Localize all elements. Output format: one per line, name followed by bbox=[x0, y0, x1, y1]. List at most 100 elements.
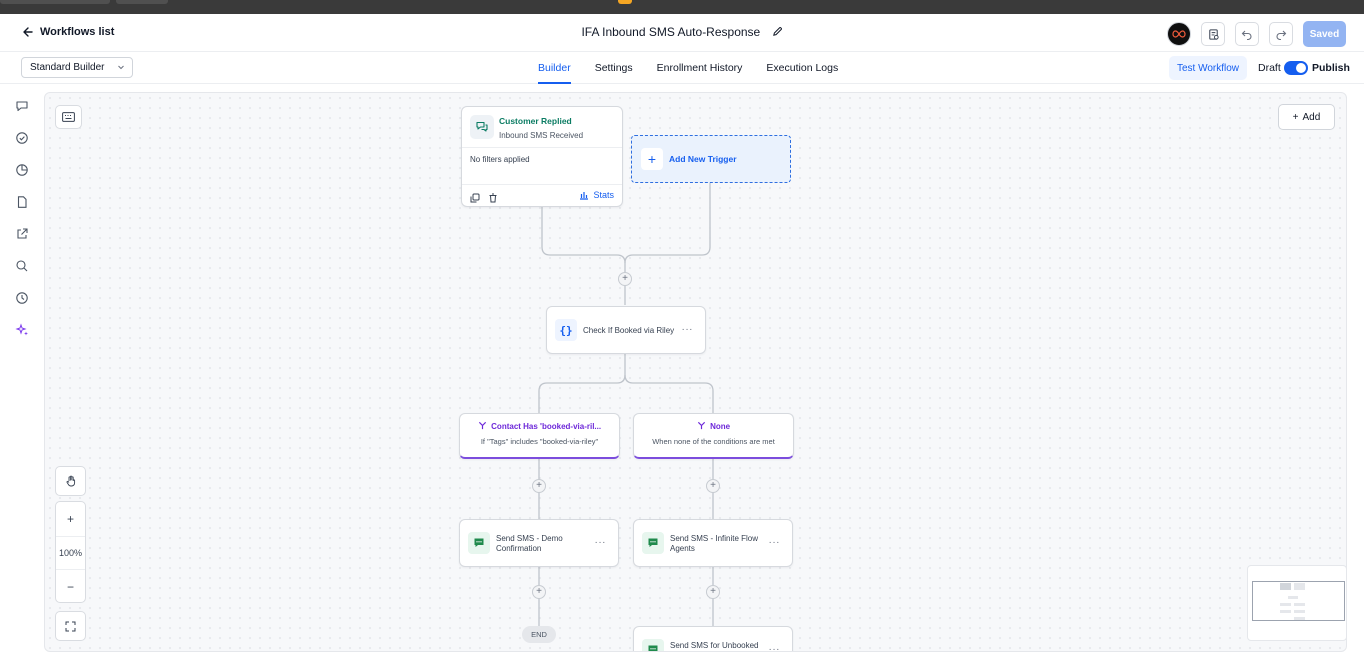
workflow-title-text: IFA Inbound SMS Auto-Response bbox=[581, 25, 761, 39]
edge-trigger-to-condition bbox=[541, 207, 626, 305]
edit-title-pencil-icon[interactable] bbox=[772, 26, 783, 40]
pie-chart-icon[interactable] bbox=[14, 162, 30, 178]
more-options-icon[interactable]: ··· bbox=[769, 537, 781, 548]
edge-condition-to-branch-1 bbox=[538, 353, 626, 413]
workflow-canvas[interactable]: + Add Customer Replied Inbound SMS Recei… bbox=[44, 92, 1347, 652]
redo-button[interactable] bbox=[1269, 22, 1293, 46]
more-options-icon[interactable]: ··· bbox=[595, 537, 607, 548]
code-braces-icon: {} bbox=[555, 319, 577, 341]
action-label: Send SMS - Demo Confirmation bbox=[496, 534, 563, 554]
undo-button[interactable] bbox=[1235, 22, 1259, 46]
trigger-node[interactable]: Customer Replied Inbound SMS Received No… bbox=[461, 106, 623, 207]
saved-button[interactable]: Saved bbox=[1303, 21, 1346, 47]
plus-icon: + bbox=[1292, 111, 1299, 123]
zoom-level: 100% bbox=[56, 536, 85, 570]
action-node-send-sms-demo[interactable]: Send SMS - Demo Confirmation ··· bbox=[459, 519, 619, 567]
zoom-controls: + 100% − bbox=[55, 501, 86, 603]
action-label: Send SMS for Unbooked bbox=[670, 641, 759, 651]
chat-bubbles-icon bbox=[470, 115, 494, 139]
builder-tabs: Builder Settings Enrollment History Exec… bbox=[538, 52, 862, 84]
action-label-line: Send SMS - Infinite Flow bbox=[670, 534, 759, 543]
branch-split-icon bbox=[478, 421, 486, 430]
keyboard-shortcuts-button[interactable] bbox=[55, 105, 82, 129]
publish-toggle[interactable] bbox=[1284, 61, 1308, 75]
redo-icon bbox=[1276, 30, 1287, 40]
minimap[interactable] bbox=[1247, 565, 1346, 641]
draft-label: Draft bbox=[1258, 62, 1281, 74]
infinity-logo-icon bbox=[1172, 30, 1186, 38]
left-rail bbox=[0, 84, 44, 661]
builder-mode-select[interactable]: Standard Builder bbox=[21, 57, 133, 78]
trash-icon[interactable] bbox=[488, 190, 498, 208]
expand-icon bbox=[65, 621, 76, 631]
external-link-icon[interactable] bbox=[14, 226, 30, 242]
edge-condition-to-branch-2 bbox=[624, 374, 714, 413]
stats-button[interactable]: Stats bbox=[579, 190, 614, 200]
more-options-icon[interactable]: ··· bbox=[769, 644, 781, 651]
action-label-line: Send SMS - Demo bbox=[496, 534, 563, 543]
add-step-plus-button[interactable]: + bbox=[532, 585, 546, 599]
zoom-in-button[interactable]: + bbox=[56, 502, 85, 536]
browser-tab-favicon bbox=[618, 0, 632, 4]
add-new-trigger-button[interactable]: + Add New Trigger bbox=[631, 135, 791, 183]
ai-sparkle-icon[interactable] bbox=[14, 322, 30, 338]
file-icon[interactable] bbox=[14, 194, 30, 210]
hand-icon bbox=[66, 475, 75, 487]
keyboard-icon bbox=[62, 112, 75, 122]
trigger-name: Customer Replied bbox=[499, 116, 572, 126]
add-new-trigger-label: Add New Trigger bbox=[669, 154, 737, 164]
trigger-header: Customer Replied Inbound SMS Received bbox=[462, 107, 622, 148]
chevron-down-icon bbox=[118, 65, 124, 70]
header-actions: Saved bbox=[1167, 21, 1346, 47]
branch-node-booked[interactable]: Contact Has 'booked-via-ril... If "Tags"… bbox=[459, 413, 620, 459]
zoom-out-button[interactable]: − bbox=[56, 570, 85, 604]
tab-enrollment-history[interactable]: Enrollment History bbox=[657, 52, 743, 84]
branch-title-text: Contact Has 'booked-via-ril... bbox=[491, 422, 602, 431]
add-step-plus-button[interactable]: + bbox=[618, 272, 632, 286]
check-circle-icon[interactable] bbox=[14, 130, 30, 146]
branch-node-none[interactable]: None When none of the conditions are met bbox=[633, 413, 794, 459]
sms-message-icon bbox=[468, 532, 490, 554]
edge-new-trigger-to-condition bbox=[624, 183, 711, 264]
avatar[interactable] bbox=[1167, 22, 1191, 46]
plus-icon: + bbox=[641, 148, 663, 170]
browser-tab bbox=[116, 0, 168, 4]
branch-subtitle: When none of the conditions are met bbox=[652, 437, 775, 446]
action-label: Send SMS - Infinite Flow Agents bbox=[670, 534, 758, 554]
browser-tab-strip bbox=[0, 0, 1364, 14]
add-step-plus-button[interactable]: + bbox=[532, 479, 546, 493]
tab-execution-logs[interactable]: Execution Logs bbox=[766, 52, 838, 84]
condition-node[interactable]: {} Check If Booked via Riley ··· bbox=[546, 306, 706, 354]
trigger-filters-text: No filters applied bbox=[470, 155, 530, 164]
condition-node-label: Check If Booked via Riley bbox=[583, 326, 675, 335]
add-step-plus-button[interactable]: + bbox=[706, 585, 720, 599]
tab-settings[interactable]: Settings bbox=[595, 52, 633, 84]
action-label-line: Agents bbox=[670, 544, 695, 553]
sms-message-icon bbox=[642, 532, 664, 554]
action-node-send-sms-agents[interactable]: Send SMS - Infinite Flow Agents ··· bbox=[633, 519, 793, 567]
search-icon[interactable] bbox=[14, 258, 30, 274]
tab-builder[interactable]: Builder bbox=[538, 52, 571, 84]
action-label-line: Confirmation bbox=[496, 544, 542, 553]
minimap-viewport bbox=[1252, 581, 1345, 621]
document-check-button[interactable] bbox=[1201, 22, 1225, 46]
action-node-send-sms-unbooked[interactable]: Send SMS for Unbooked ··· bbox=[633, 626, 793, 651]
builder-mode-value: Standard Builder bbox=[30, 62, 105, 73]
fit-view-button[interactable] bbox=[55, 611, 86, 641]
pan-hand-button[interactable] bbox=[55, 466, 86, 496]
add-button[interactable]: + Add bbox=[1278, 104, 1335, 130]
comment-icon[interactable] bbox=[14, 98, 30, 114]
test-workflow-button[interactable]: Test Workflow bbox=[1169, 56, 1247, 80]
builder-toolbar: Standard Builder Builder Settings Enroll… bbox=[0, 52, 1364, 84]
branch-title-text: None bbox=[710, 422, 731, 431]
sms-message-icon bbox=[642, 639, 664, 651]
document-icon bbox=[1208, 28, 1219, 40]
history-icon[interactable] bbox=[14, 290, 30, 306]
workflow-header: Workflows list IFA Inbound SMS Auto-Resp… bbox=[0, 14, 1364, 52]
action-label-line: Send SMS for Unbooked bbox=[670, 641, 759, 650]
branch-title: Contact Has 'booked-via-ril... bbox=[460, 421, 619, 431]
copy-icon[interactable] bbox=[470, 190, 480, 208]
branch-split-icon bbox=[697, 421, 705, 430]
add-step-plus-button[interactable]: + bbox=[706, 479, 720, 493]
more-options-icon[interactable]: ··· bbox=[682, 324, 694, 335]
